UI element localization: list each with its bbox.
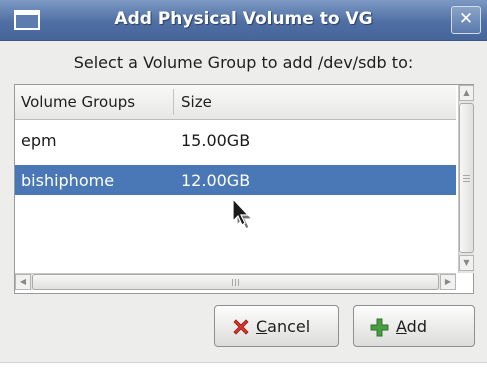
- scroll-left-button[interactable]: ◀: [15, 274, 31, 290]
- row-size: 15.00GB: [181, 131, 251, 150]
- add-label: Add: [396, 317, 427, 336]
- grip-line: [463, 178, 470, 179]
- horizontal-scrollbar[interactable]: ◀ ▶: [15, 273, 456, 290]
- vertical-scrollbar[interactable]: ▲ ▼: [458, 85, 474, 273]
- column-header-volume-groups[interactable]: Volume Groups: [21, 93, 135, 111]
- arrow-down-icon: ▼: [463, 258, 470, 267]
- column-header-size[interactable]: Size: [181, 93, 212, 111]
- cancel-button[interactable]: Cancel: [214, 305, 339, 347]
- grip-line: [235, 279, 236, 286]
- row-size: 12.00GB: [181, 171, 251, 190]
- close-button[interactable]: ✕: [451, 6, 481, 34]
- window-title: Add Physical Volume to VG: [114, 9, 373, 29]
- title-bar[interactable]: Add Physical Volume to VG ✕: [0, 0, 487, 41]
- vertical-scroll-thumb[interactable]: [459, 103, 474, 253]
- column-header-row: Volume Groups Size: [15, 85, 456, 120]
- scroll-right-button[interactable]: ▶: [440, 274, 456, 290]
- cancel-x-icon: [233, 319, 249, 335]
- mouse-pointer-icon: [232, 197, 254, 229]
- cancel-label: Cancel: [256, 317, 311, 336]
- scroll-down-button[interactable]: ▼: [459, 255, 474, 271]
- grip-line: [463, 175, 470, 176]
- grip-line: [463, 181, 470, 182]
- arrow-up-icon: ▲: [463, 88, 470, 97]
- row-name: bishiphome: [21, 171, 115, 190]
- prompt-label: Select a Volume Group to add /dev/sdb to…: [73, 53, 414, 72]
- table-row[interactable]: epm 15.00GB: [15, 125, 456, 155]
- scroll-up-button[interactable]: ▲: [459, 85, 474, 101]
- arrow-right-icon: ▶: [444, 277, 452, 286]
- horizontal-scroll-thumb[interactable]: [32, 274, 439, 290]
- column-separator: [173, 89, 174, 115]
- grip-line: [232, 279, 233, 286]
- add-pv-dialog: Add Physical Volume to VG ✕ Select a Vol…: [0, 0, 487, 363]
- arrow-left-icon: ◀: [19, 277, 27, 286]
- plus-icon: [370, 318, 389, 337]
- close-icon: ✕: [458, 9, 474, 29]
- add-button[interactable]: Add: [353, 305, 475, 347]
- row-name: epm: [21, 131, 57, 150]
- grip-line: [238, 279, 239, 286]
